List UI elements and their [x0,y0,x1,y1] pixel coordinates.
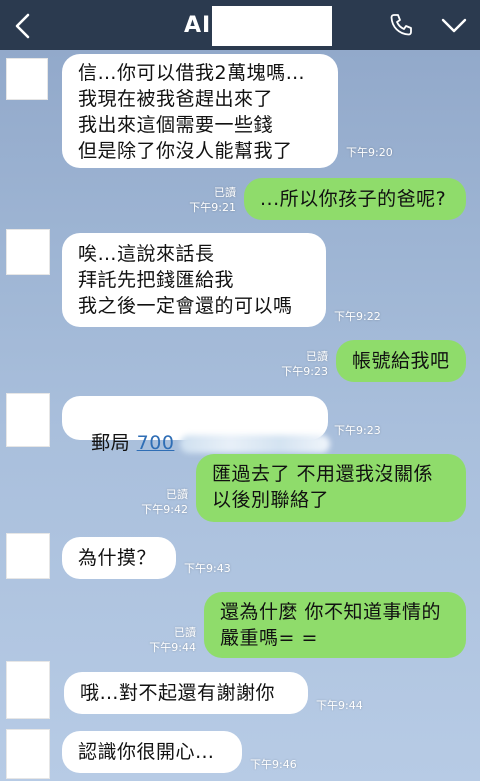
message-time: 下午9:43 [184,562,231,575]
contact-avatar[interactable] [6,393,50,447]
chat-header: AIM [0,0,480,50]
message-time: 下午9:44 [149,641,196,654]
message-bubble-outgoing[interactable]: 匯過去了 不用還我沒關係 以後別聯絡了 [196,454,466,522]
contact-avatar[interactable] [6,229,50,275]
message-bubble-incoming[interactable]: 為什摸？ [62,537,176,579]
contact-avatar[interactable] [6,661,50,719]
read-receipt: 已讀 [166,488,188,501]
bank-label: 郵局 [91,432,137,454]
message-bubble-incoming[interactable]: 唉…這說來話長 拜託先把錢匯給我 我之後一定會還的可以嗎 [62,233,326,327]
contact-avatar[interactable] [6,58,48,100]
name-redaction-box [212,6,332,46]
read-receipt: 已讀 [174,626,196,639]
message-bubble-outgoing[interactable]: ...所以你孩子的爸呢? [244,178,466,220]
contact-avatar[interactable] [6,729,50,779]
message-bubble-outgoing[interactable]: 還為什麼 你不知道事情的 嚴重嗎= = [204,592,466,658]
message-time: 下午9:20 [346,146,393,159]
read-receipt: 已讀 [214,186,236,199]
message-bubble-incoming[interactable]: 郵局 700 [62,396,331,454]
message-time: 下午9:23 [281,365,328,378]
message-bubble-incoming[interactable]: 哦…對不起還有謝謝你 [64,672,308,714]
message-time: 下午9:42 [141,503,188,516]
message-time: 下午9:21 [189,201,236,214]
back-arrow-icon[interactable] [10,12,38,40]
message-bubble-incoming[interactable]: 信…你可以借我2萬塊嗎… 我現在被我爸趕出來了 我出來這個需要一些錢 但是除了你… [62,54,338,168]
message-time: 下午9:22 [334,310,381,323]
account-number-link[interactable]: 700 [137,432,175,454]
message-bubble-outgoing[interactable]: 帳號給我吧 [336,340,466,382]
message-bubble-incoming[interactable]: 認識你很開心… [62,731,242,773]
message-time: 下午9:46 [250,758,297,771]
account-redaction-blur [180,434,331,453]
read-receipt: 已讀 [306,350,328,363]
phone-call-icon[interactable] [388,12,414,38]
message-time: 下午9:23 [334,424,381,437]
contact-avatar[interactable] [6,533,50,579]
message-time: 下午9:44 [316,699,363,712]
chevron-down-icon[interactable] [440,14,468,38]
